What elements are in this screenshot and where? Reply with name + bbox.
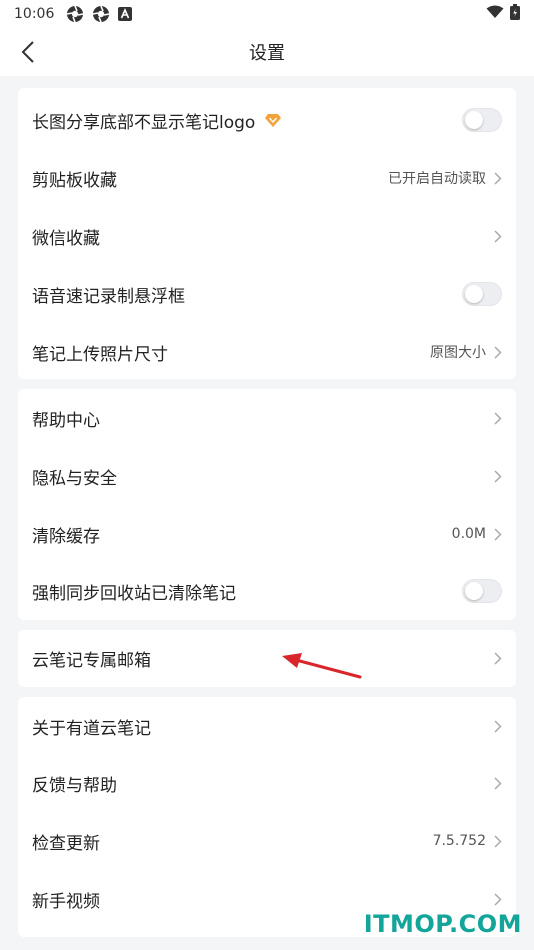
setting-label: 强制同步回收站已清除笔记 (32, 583, 236, 604)
setting-label: 清除缓存 (32, 526, 100, 547)
setting-label: 笔记上传照片尺寸 (32, 344, 168, 365)
chevron-right-icon (494, 776, 502, 790)
setting-row-about[interactable]: 关于有道云笔记 (18, 697, 516, 755)
status-time: 10:06 (14, 6, 55, 22)
chevron-right-icon (494, 527, 502, 541)
setting-label: 帮助中心 (32, 410, 100, 431)
setting-value: 已开启自动读取 (388, 171, 486, 187)
setting-row-force-sync[interactable]: 强制同步回收站已清除笔记 (18, 562, 516, 620)
chevron-right-icon (494, 834, 502, 848)
chevron-right-icon (494, 892, 502, 906)
setting-row-email[interactable]: 云笔记专属邮箱 (18, 630, 516, 687)
aperture-icon (66, 5, 84, 23)
setting-value: 0.0M (451, 526, 486, 542)
setting-row-wechat[interactable]: 微信收藏 (18, 207, 516, 265)
toggle-switch[interactable] (462, 579, 502, 603)
a-letter-icon (118, 7, 133, 21)
status-bar: 10:06 (0, 0, 534, 28)
settings-group-1: 长图分享底部不显示笔记logo 剪贴板收藏 已开启自动读取 微信收藏 语音速记录… (18, 88, 516, 379)
chevron-right-icon (494, 719, 502, 733)
setting-value: 原图大小 (430, 345, 486, 361)
setting-row-feedback[interactable]: 反馈与帮助 (18, 754, 516, 812)
settings-group-4: 关于有道云笔记 反馈与帮助 检查更新 7.5.752 新手视频 (18, 697, 516, 937)
toggle-knob (465, 582, 483, 600)
battery-icon (510, 4, 520, 24)
setting-row-help-center[interactable]: 帮助中心 (18, 389, 516, 447)
chevron-left-icon[interactable] (16, 40, 40, 64)
chevron-right-icon (494, 229, 502, 243)
chevron-right-icon (494, 345, 502, 359)
vip-diamond-icon (265, 113, 282, 127)
setting-row-check-update[interactable]: 检查更新 7.5.752 (18, 812, 516, 870)
chevron-right-icon (494, 652, 502, 665)
wifi-icon (486, 5, 504, 23)
toggle-switch[interactable] (462, 282, 502, 306)
page-title: 设置 (249, 43, 285, 64)
setting-row-clear-cache[interactable]: 清除缓存 0.0M (18, 505, 516, 563)
aperture-icon (92, 5, 110, 23)
setting-label: 剪贴板收藏 (32, 170, 117, 191)
chevron-right-icon (494, 171, 502, 185)
toggle-knob (465, 111, 483, 129)
toggle-knob (465, 285, 483, 303)
settings-group-2: 帮助中心 隐私与安全 清除缓存 0.0M 强制同步回收站已清除笔记 (18, 389, 516, 620)
watermark: ITMOP.COM (363, 910, 522, 938)
setting-label: 反馈与帮助 (32, 775, 117, 796)
setting-label: 语音速记录制悬浮框 (32, 286, 185, 307)
settings-group-3: 云笔记专属邮箱 (18, 630, 516, 687)
setting-value: 7.5.752 (432, 833, 486, 849)
setting-label: 关于有道云笔记 (32, 718, 151, 739)
setting-row-privacy[interactable]: 隐私与安全 (18, 447, 516, 505)
setting-row-voice-float[interactable]: 语音速记录制悬浮框 (18, 265, 516, 323)
setting-label: 隐私与安全 (32, 468, 117, 489)
toggle-switch[interactable] (462, 108, 502, 132)
annotation-arrow (280, 650, 364, 688)
setting-row-clipboard[interactable]: 剪贴板收藏 已开启自动读取 (18, 149, 516, 207)
chevron-right-icon (494, 469, 502, 483)
setting-row-longimage-logo[interactable]: 长图分享底部不显示笔记logo (18, 91, 516, 149)
nav-bar: 设置 (0, 28, 534, 76)
setting-label: 微信收藏 (32, 228, 100, 249)
setting-label: 长图分享底部不显示笔记logo (32, 112, 256, 133)
setting-label: 检查更新 (32, 833, 100, 854)
chevron-right-icon (494, 411, 502, 425)
setting-label: 云笔记专属邮箱 (32, 651, 151, 671)
setting-row-photo-size[interactable]: 笔记上传照片尺寸 原图大小 (18, 323, 516, 381)
setting-label: 新手视频 (32, 891, 100, 912)
